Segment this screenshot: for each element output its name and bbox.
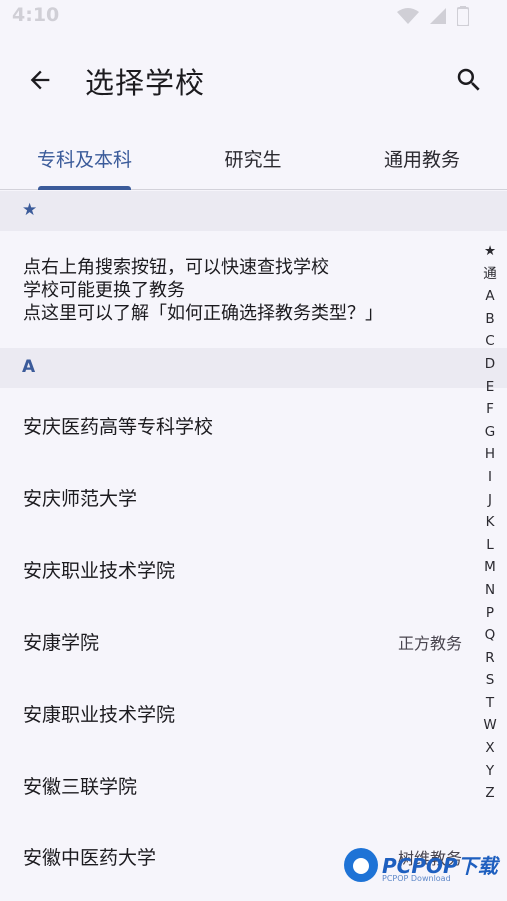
help-tip[interactable]: 点右上角搜索按钮，可以快速查找学校 学校可能更换了教务 点这里可以了解「如何正确…: [23, 256, 383, 325]
index-letter[interactable]: W: [476, 714, 504, 737]
tab-graduate[interactable]: 研究生: [188, 126, 318, 190]
school-name: 安徽中医药大学: [23, 847, 157, 869]
tip-line-change: 学校可能更换了教务: [23, 280, 185, 301]
index-letter[interactable]: J: [476, 489, 504, 512]
school-name: 安徽三联学院: [23, 776, 138, 798]
status-bar: 4:10: [0, 0, 507, 34]
app-bar: 选择学校: [0, 34, 507, 126]
alphabet-index[interactable]: ★ 通 A B C D E F G H I J K L M N P Q R S T W X Y Z: [476, 240, 504, 805]
section-header-label: A: [22, 357, 36, 377]
active-tab-indicator: [38, 186, 131, 190]
index-letter[interactable]: S: [476, 669, 504, 692]
watermark-sub: PCPOP Download: [382, 874, 451, 883]
section-header-a: A: [0, 348, 507, 388]
index-letter[interactable]: K: [476, 511, 504, 534]
index-letter[interactable]: X: [476, 737, 504, 760]
index-letter[interactable]: Q: [476, 624, 504, 647]
index-letter[interactable]: A: [476, 285, 504, 308]
pcpop-watermark: PCPOP下载 PCPOP Download: [340, 844, 505, 892]
school-name: 安康学院: [23, 632, 100, 654]
section-header-label: ★: [22, 200, 38, 220]
page-title: 选择学校: [85, 66, 206, 100]
school-name: 安庆医药高等专科学校: [23, 416, 214, 438]
search-icon: [457, 68, 480, 91]
section-header-star: ★: [0, 191, 507, 231]
index-letter[interactable]: P: [476, 602, 504, 625]
school-name: 安庆师范大学: [23, 488, 138, 510]
status-icons: [397, 6, 469, 26]
wifi-icon: [397, 8, 419, 24]
index-letter[interactable]: I: [476, 466, 504, 489]
school-list-item[interactable]: 安庆职业技术学院: [0, 532, 475, 604]
index-letter[interactable]: C: [476, 330, 504, 353]
index-letter[interactable]: G: [476, 421, 504, 444]
index-letter[interactable]: R: [476, 647, 504, 670]
school-system-tag: 正方教务: [397, 634, 462, 653]
tab-general-academic[interactable]: 通用教务: [357, 126, 487, 190]
school-list-item[interactable]: 安庆师范大学: [0, 460, 475, 532]
index-letter[interactable]: M: [476, 556, 504, 579]
pcpop-logo-icon: [344, 848, 378, 882]
arrow-left-icon: [30, 70, 50, 90]
index-letter[interactable]: D: [476, 353, 504, 376]
search-button[interactable]: [449, 60, 489, 100]
school-list-item[interactable]: 安徽三联学院: [0, 748, 475, 820]
school-list-item[interactable]: 安康学院 正方教务: [0, 604, 475, 676]
index-letter[interactable]: ★: [476, 240, 504, 263]
index-letter[interactable]: B: [476, 308, 504, 331]
signal-icon: [430, 8, 446, 24]
index-letter[interactable]: L: [476, 534, 504, 557]
tab-undergraduate[interactable]: 专科及本科: [20, 126, 149, 190]
index-letter[interactable]: 通: [476, 263, 504, 286]
status-time: 4:10: [12, 4, 60, 26]
school-name: 安康职业技术学院: [23, 704, 176, 726]
battery-icon: [457, 6, 469, 26]
tip-line-search: 点右上角搜索按钮，可以快速查找学校: [23, 257, 329, 278]
index-letter[interactable]: N: [476, 579, 504, 602]
school-name: 安庆职业技术学院: [23, 560, 176, 582]
school-list-item[interactable]: 安康职业技术学院: [0, 676, 475, 748]
tip-line-learn-more: 点这里可以了解「如何正确选择教务类型？」: [23, 303, 383, 324]
school-list-item[interactable]: 安庆医药高等专科学校: [0, 388, 475, 460]
index-letter[interactable]: H: [476, 443, 504, 466]
index-letter[interactable]: E: [476, 376, 504, 399]
back-button[interactable]: [20, 60, 60, 100]
index-letter[interactable]: Y: [476, 760, 504, 783]
index-letter[interactable]: T: [476, 692, 504, 715]
index-letter[interactable]: F: [476, 398, 504, 421]
index-letter[interactable]: Z: [476, 782, 504, 805]
tab-bar: 专科及本科 研究生 通用教务: [0, 126, 507, 190]
